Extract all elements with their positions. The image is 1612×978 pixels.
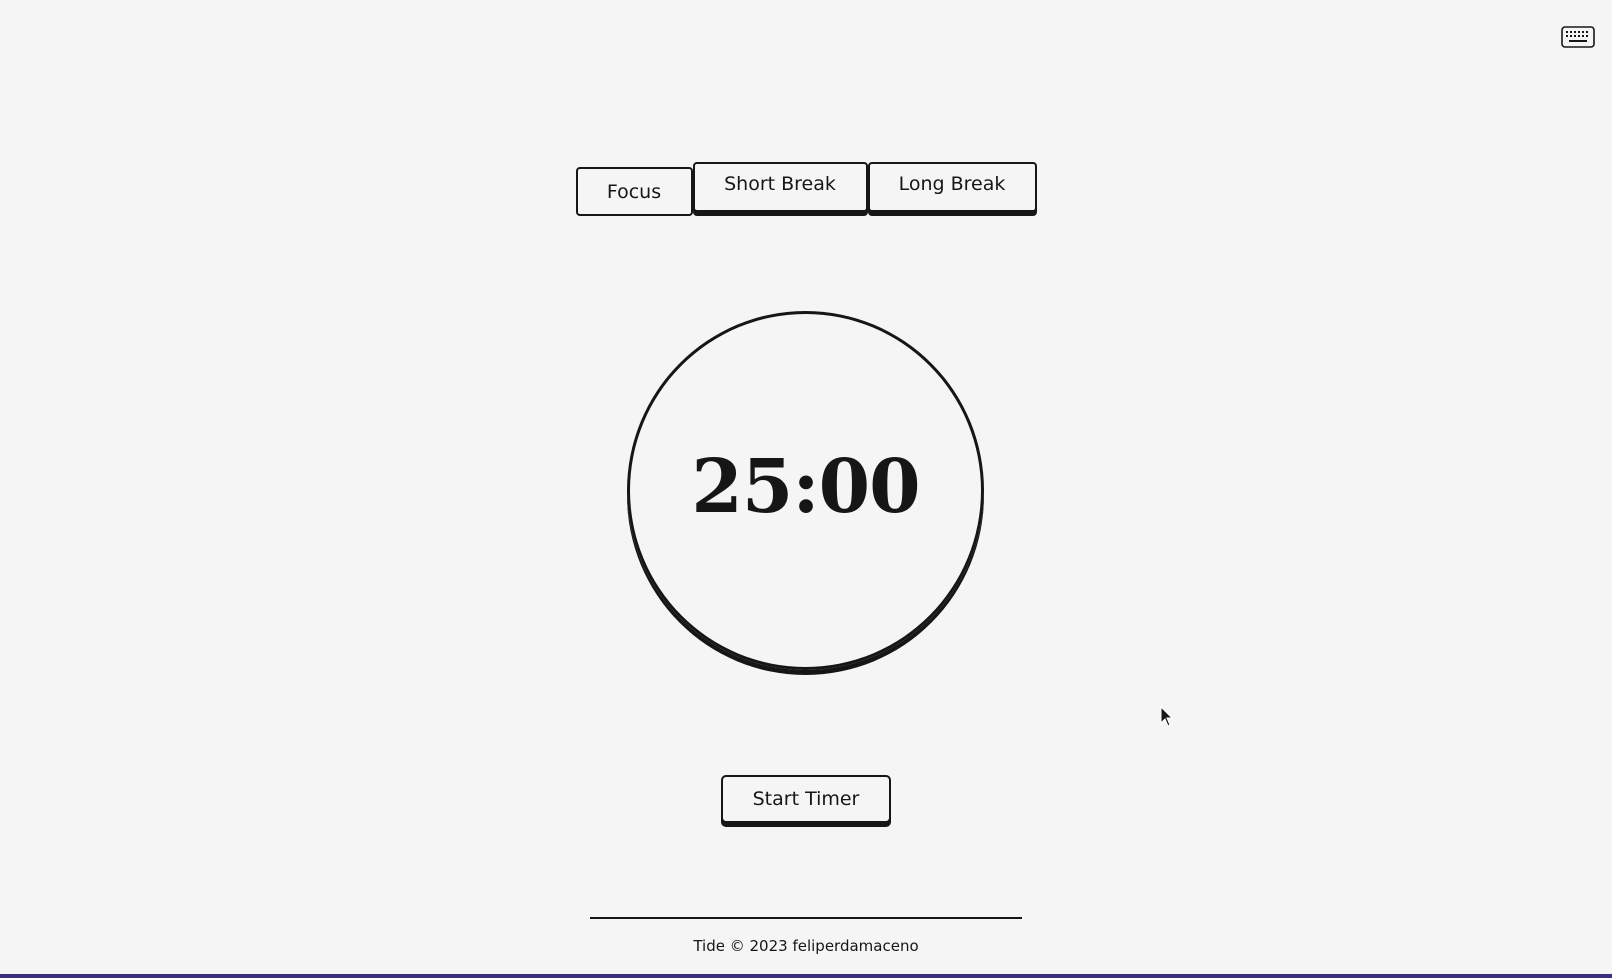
pomodoro-page: Focus Short Break Long Break 25:00 Start…	[0, 0, 1612, 974]
start-timer-label: Start Timer	[752, 788, 860, 810]
keyboard-icon	[1561, 26, 1595, 48]
timer-display: 25:00	[691, 443, 920, 530]
tab-focus[interactable]: Focus	[575, 167, 693, 216]
tab-long-break-label: Long Break	[898, 173, 1006, 195]
keyboard-shortcuts-button[interactable]	[1560, 24, 1596, 50]
footer-divider	[590, 917, 1022, 919]
tab-short-break-label: Short Break	[724, 173, 836, 195]
timer-dial: 25:00	[627, 311, 984, 670]
tab-long-break[interactable]: Long Break	[867, 162, 1037, 212]
start-timer-button[interactable]: Start Timer	[721, 775, 891, 823]
mode-tabs: Focus Short Break Long Break	[0, 162, 1612, 216]
tab-short-break[interactable]: Short Break	[692, 162, 868, 212]
footer-credit: Tide © 2023 feliperdamaceno	[693, 937, 919, 955]
mouse-cursor-icon	[1160, 705, 1174, 728]
tab-focus-label: Focus	[606, 180, 662, 203]
